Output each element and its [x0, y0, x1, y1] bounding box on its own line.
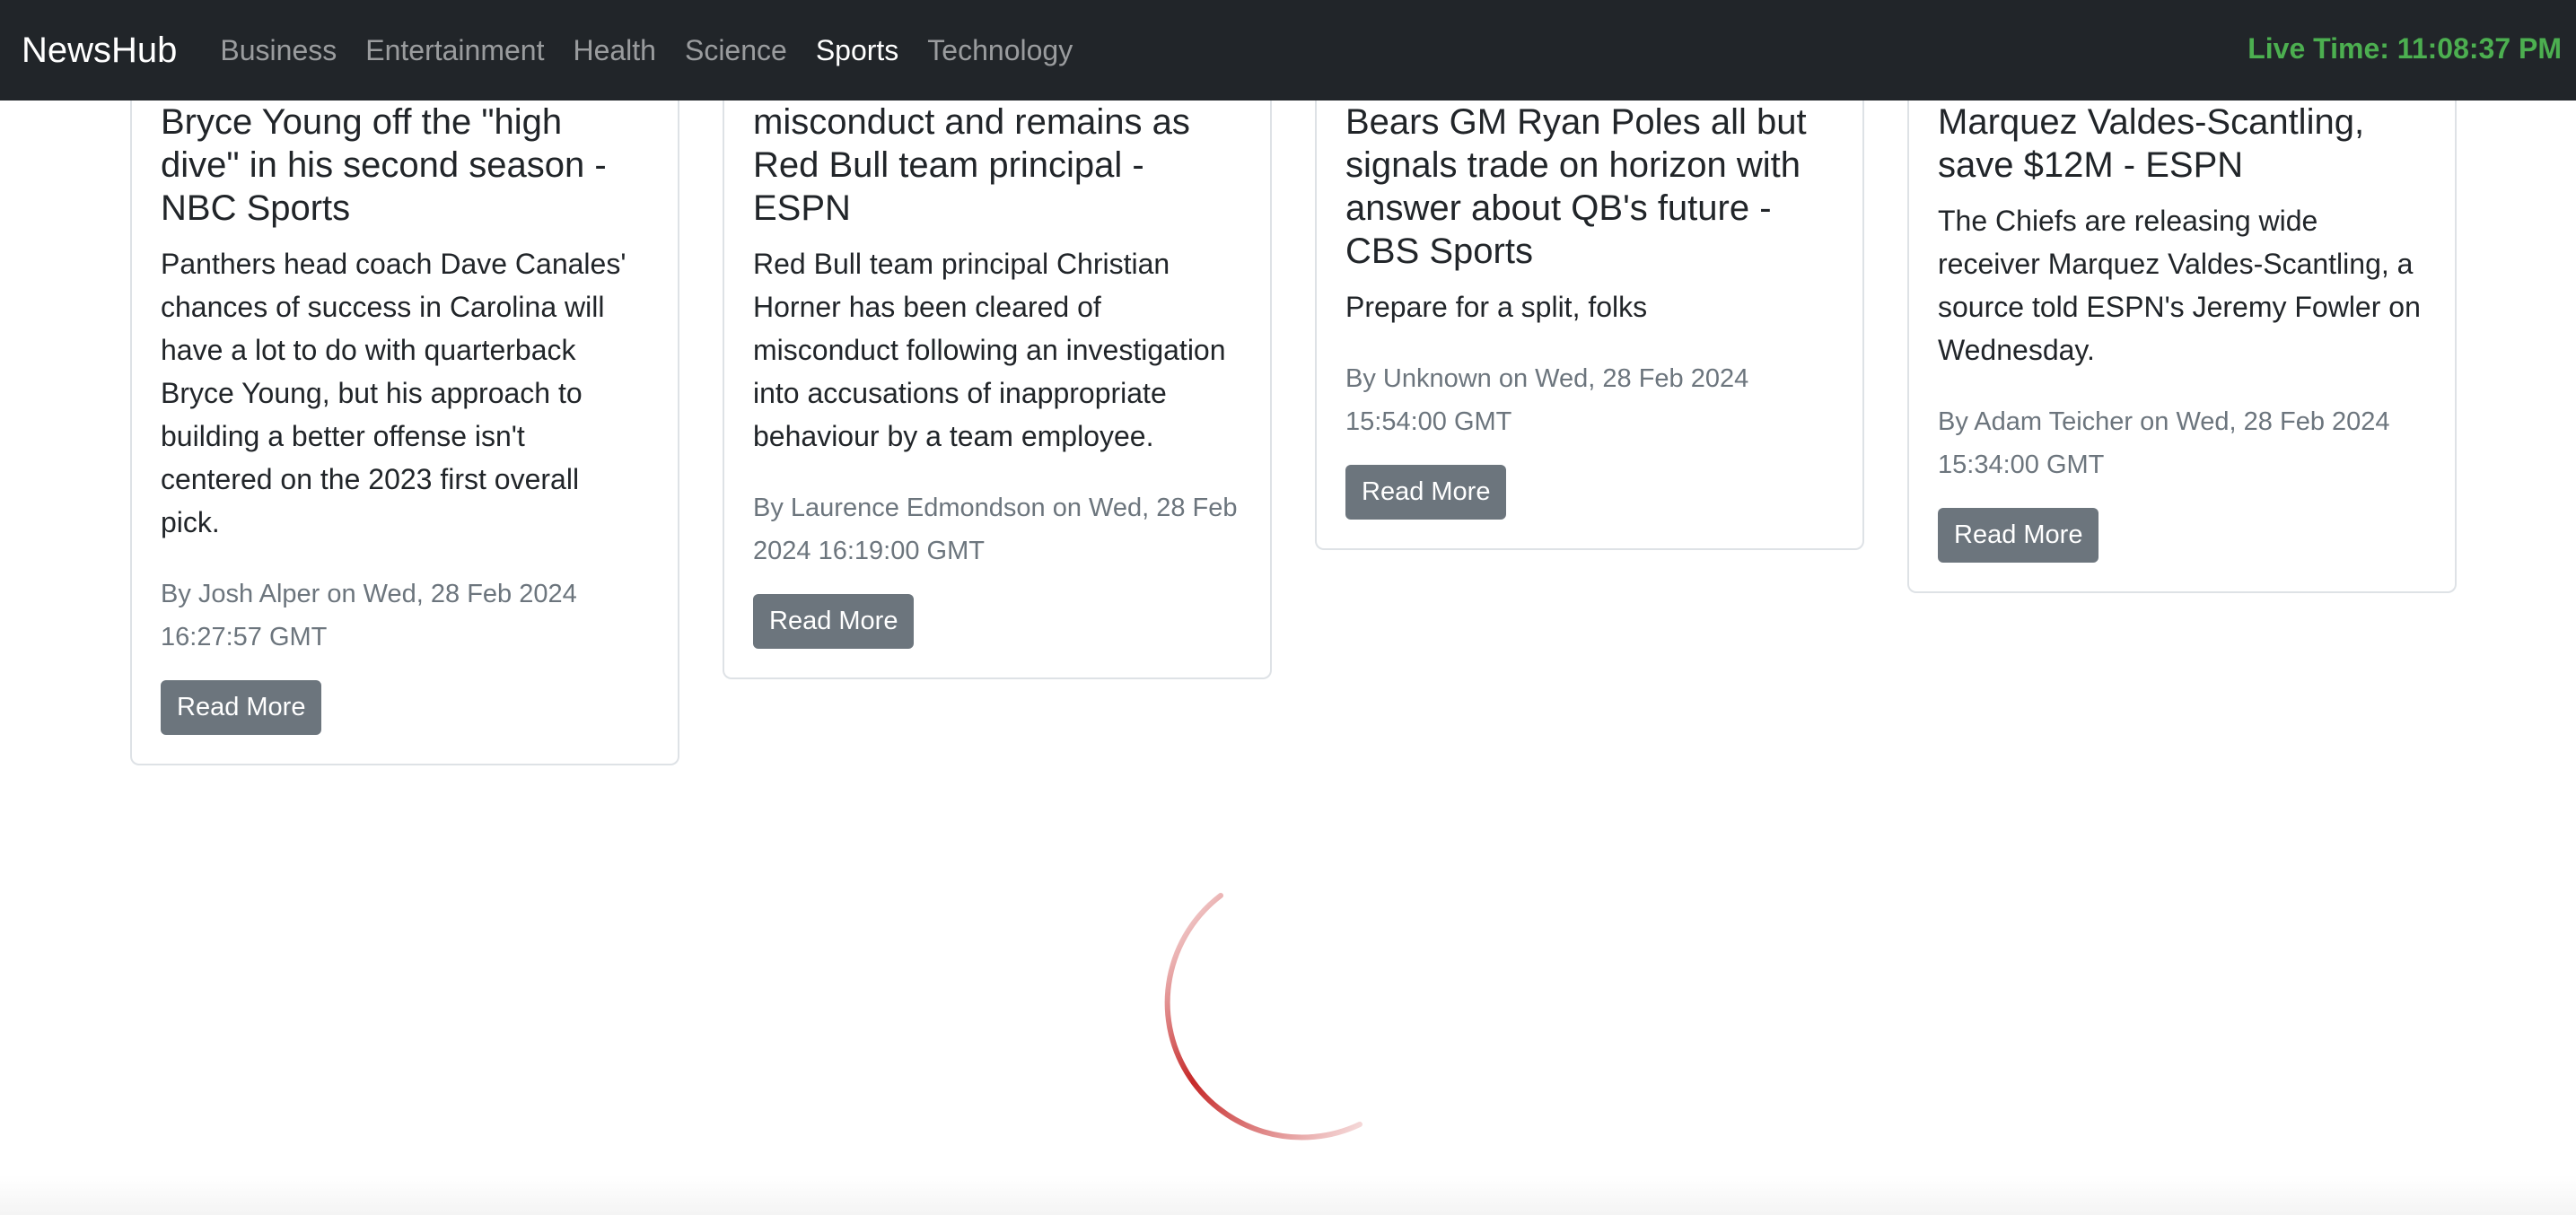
card-byline: By Adam Teicher on Wed, 28 Feb 2024 15:3…: [1938, 407, 2390, 479]
nav-link-science[interactable]: Science: [685, 34, 787, 67]
nav-link-sports[interactable]: Sports: [816, 34, 898, 67]
read-more-button[interactable]: Read More: [1345, 465, 1507, 520]
news-card: Marquez Valdes-Scantling, save $12M - ES…: [1907, 101, 2457, 593]
card-description: Red Bull team principal Christian Horner…: [753, 248, 1226, 452]
card-description: Panthers head coach Dave Canales' chance…: [161, 248, 626, 538]
card-description: The Chiefs are releasing wide receiver M…: [1938, 205, 2421, 366]
news-card: misconduct and remains as Red Bull team …: [723, 101, 1272, 679]
card-title[interactable]: Bears GM Ryan Poles all but signals trad…: [1345, 101, 1834, 273]
read-more-button[interactable]: Read More: [753, 594, 915, 649]
card-title[interactable]: misconduct and remains as Red Bull team …: [753, 101, 1241, 230]
nav-link-business[interactable]: Business: [220, 34, 337, 67]
card-byline: By Unknown on Wed, 28 Feb 2024 15:54:00 …: [1345, 364, 1749, 436]
read-more-button[interactable]: Read More: [161, 680, 322, 735]
top-navbar: NewsHub Business Entertainment Health Sc…: [0, 0, 2576, 101]
category-nav: Business Entertainment Health Science Sp…: [220, 34, 1101, 67]
news-card: Bryce Young off the "high dive" in his s…: [130, 101, 679, 765]
news-card: Bears GM Ryan Poles all but signals trad…: [1315, 101, 1864, 550]
brand-logo[interactable]: NewsHub: [22, 31, 177, 71]
bottom-fade: [0, 1176, 2576, 1215]
card-description: Prepare for a split, folks: [1345, 291, 1648, 323]
live-time-clock: Live Time: 11:08:37 PM: [2247, 32, 2562, 65]
nav-link-health[interactable]: Health: [573, 34, 656, 67]
loading-spinner-icon: [1164, 893, 1362, 1141]
card-byline: By Laurence Edmondson on Wed, 28 Feb 202…: [753, 494, 1238, 565]
nav-link-entertainment[interactable]: Entertainment: [365, 34, 544, 67]
card-byline: By Josh Alper on Wed, 28 Feb 2024 16:27:…: [161, 580, 577, 651]
nav-link-technology[interactable]: Technology: [927, 34, 1073, 67]
read-more-button[interactable]: Read More: [1938, 508, 2099, 563]
card-title[interactable]: Bryce Young off the "high dive" in his s…: [161, 101, 649, 230]
card-title[interactable]: Marquez Valdes-Scantling, save $12M - ES…: [1938, 101, 2426, 187]
